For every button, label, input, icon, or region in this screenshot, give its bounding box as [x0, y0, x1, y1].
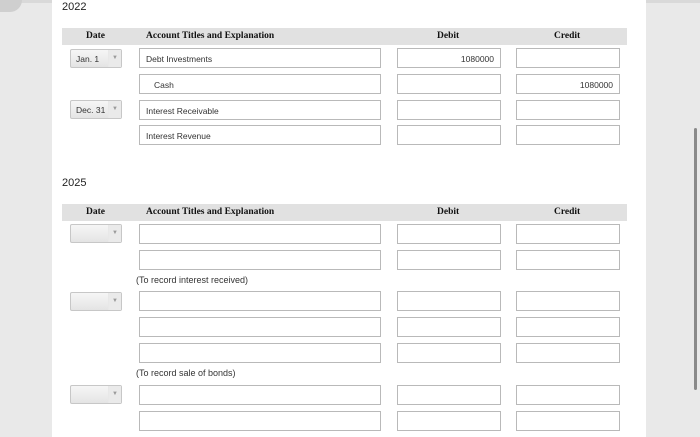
- date-select[interactable]: ▼: [70, 292, 122, 311]
- entry-explanation-note: (To record interest received): [136, 275, 249, 285]
- account-field[interactable]: [139, 411, 381, 431]
- year-heading-2022: 2022: [62, 1, 87, 13]
- entry-explanation-note: (To record sale of bonds): [136, 368, 236, 378]
- account-field[interactable]: [139, 250, 381, 270]
- credit-field[interactable]: [516, 224, 620, 244]
- header-credit: Credit: [554, 31, 581, 41]
- header-account-titles: Account Titles and Explanation: [146, 31, 275, 41]
- date-select[interactable]: ▼: [70, 224, 122, 243]
- chevron-down-icon: ▼: [108, 50, 121, 67]
- debit-field[interactable]: [397, 291, 501, 311]
- account-field[interactable]: [139, 291, 381, 311]
- debit-field[interactable]: [397, 125, 501, 145]
- chevron-down-icon: ▼: [108, 225, 121, 242]
- chevron-down-icon: ▼: [108, 293, 121, 310]
- debit-field[interactable]: [397, 343, 501, 363]
- account-field[interactable]: Interest Receivable: [139, 100, 381, 120]
- credit-field-value: 1080000: [579, 80, 613, 90]
- table-header-2025: Date Account Titles and Explanation Debi…: [62, 204, 627, 221]
- chevron-down-icon: ▼: [108, 386, 121, 403]
- credit-field[interactable]: [516, 100, 620, 120]
- account-field[interactable]: [139, 224, 381, 244]
- account-field-value: Interest Receivable: [146, 106, 219, 116]
- debit-field-value: 1080000: [460, 54, 494, 64]
- credit-field[interactable]: 1080000: [516, 74, 620, 94]
- account-field-value: Interest Revenue: [146, 131, 211, 141]
- credit-field[interactable]: [516, 291, 620, 311]
- account-field[interactable]: Debt Investments: [139, 48, 381, 68]
- corner-decoration: [0, 0, 22, 12]
- credit-field[interactable]: [516, 125, 620, 145]
- journal-entry-panel: 2022 Date Account Titles and Explanation…: [52, 0, 646, 437]
- header-date: Date: [86, 31, 105, 41]
- account-field-value: Cash: [154, 80, 174, 90]
- debit-field[interactable]: [397, 250, 501, 270]
- debit-field[interactable]: [397, 317, 501, 337]
- header-debit: Debit: [437, 31, 460, 41]
- credit-field[interactable]: [516, 385, 620, 405]
- vertical-scrollbar[interactable]: [694, 128, 697, 390]
- date-select-value: Jan. 1: [76, 54, 100, 64]
- debit-field[interactable]: [397, 224, 501, 244]
- debit-field[interactable]: [397, 385, 501, 405]
- date-select-value: Dec. 31: [76, 105, 106, 115]
- account-field[interactable]: [139, 343, 381, 363]
- account-field[interactable]: [139, 385, 381, 405]
- table-header-2022: Date Account Titles and Explanation Debi…: [62, 28, 627, 45]
- credit-field[interactable]: [516, 411, 620, 431]
- account-field[interactable]: [139, 317, 381, 337]
- year-heading-2025: 2025: [62, 177, 87, 189]
- debit-field[interactable]: [397, 74, 501, 94]
- chevron-down-icon: ▼: [108, 101, 121, 118]
- date-select[interactable]: Jan. 1 ▼: [70, 49, 122, 68]
- credit-field[interactable]: [516, 343, 620, 363]
- credit-field[interactable]: [516, 250, 620, 270]
- account-field-value: Debt Investments: [146, 54, 213, 64]
- header-account-titles: Account Titles and Explanation: [146, 207, 275, 217]
- debit-field[interactable]: [397, 411, 501, 431]
- header-credit: Credit: [554, 207, 581, 217]
- credit-field[interactable]: [516, 48, 620, 68]
- date-select[interactable]: ▼: [70, 385, 122, 404]
- credit-field[interactable]: [516, 317, 620, 337]
- header-date: Date: [86, 207, 105, 217]
- account-field[interactable]: Cash: [139, 74, 381, 94]
- account-field[interactable]: Interest Revenue: [139, 125, 381, 145]
- debit-field[interactable]: 1080000: [397, 48, 501, 68]
- header-debit: Debit: [437, 207, 460, 217]
- date-select[interactable]: Dec. 31 ▼: [70, 100, 122, 119]
- debit-field[interactable]: [397, 100, 501, 120]
